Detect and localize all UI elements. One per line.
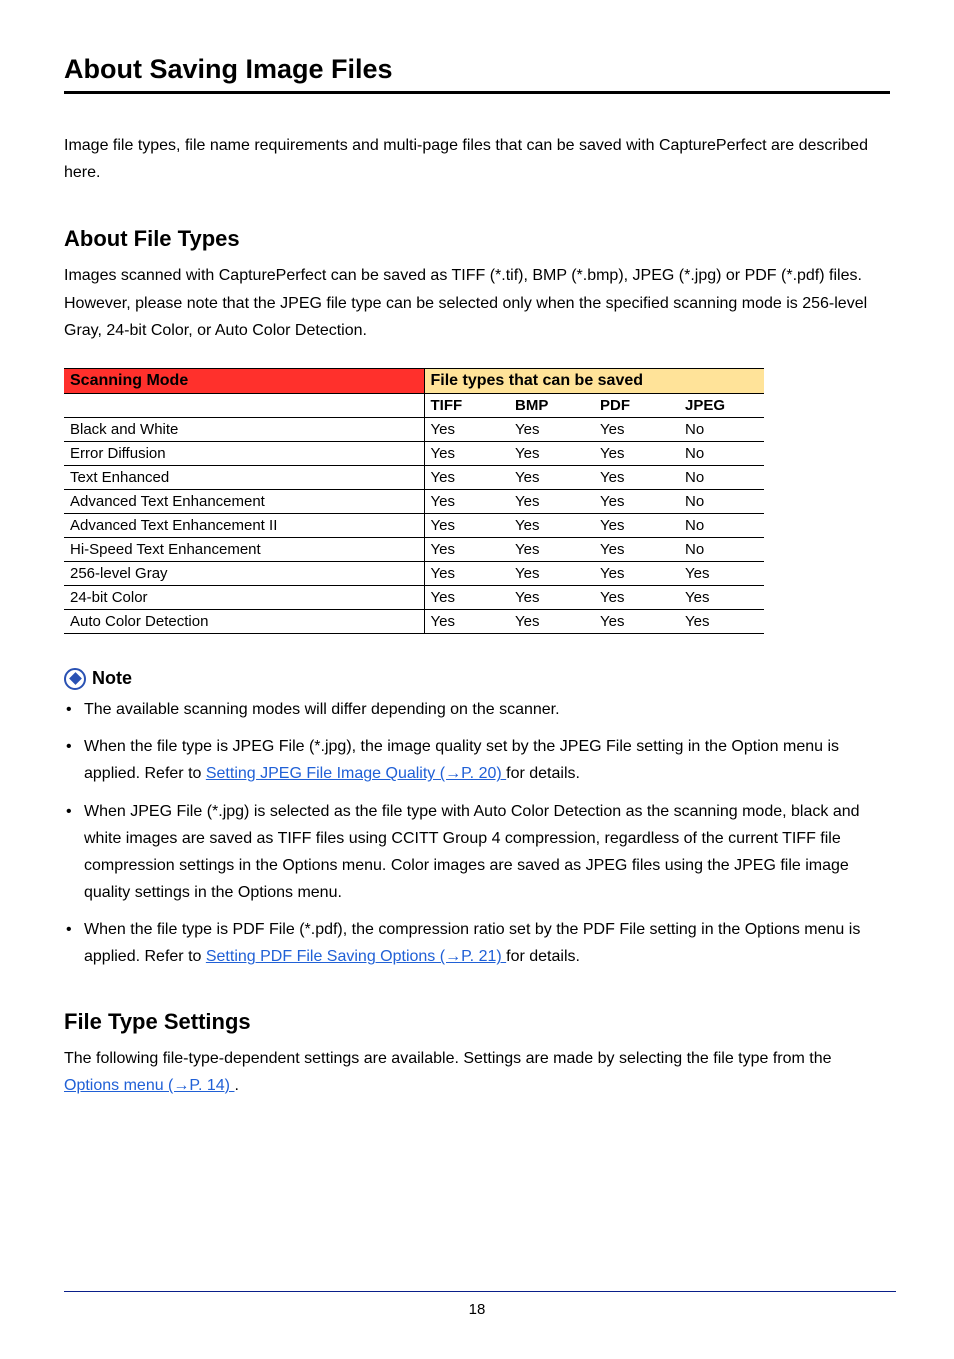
table-row-label: Auto Color Detection xyxy=(64,609,424,633)
table-cell: No xyxy=(679,417,764,441)
list-item: When JPEG File (*.jpg) is selected as th… xyxy=(64,798,890,907)
section-file-type-settings-heading: File Type Settings xyxy=(64,1009,890,1035)
intro-paragraph: Image file types, file name requirements… xyxy=(64,132,890,186)
table-cell: Yes xyxy=(594,417,679,441)
table-cell: Yes xyxy=(509,441,594,465)
table-row-label: Error Diffusion xyxy=(64,441,424,465)
list-item: The available scanning modes will differ… xyxy=(64,696,890,723)
table-cell: Yes xyxy=(424,465,509,489)
table-cell: Yes xyxy=(509,465,594,489)
page-number: 18 xyxy=(64,1301,890,1318)
table-cell: No xyxy=(679,465,764,489)
table-cell: Yes xyxy=(509,489,594,513)
table-row-label: 24-bit Color xyxy=(64,585,424,609)
table-cell: Yes xyxy=(594,561,679,585)
section-file-type-settings-body: The following file-type-dependent settin… xyxy=(64,1045,890,1099)
page-footer: 18 xyxy=(64,1273,890,1329)
th-tiff: TIFF xyxy=(424,393,509,417)
table-cell: Yes xyxy=(424,585,509,609)
table-row-label: Advanced Text Enhancement II xyxy=(64,513,424,537)
note-icon xyxy=(64,668,86,690)
link-jpeg-quality[interactable]: Setting JPEG File Image Quality (→P. 20) xyxy=(206,765,506,782)
table-cell: Yes xyxy=(509,609,594,633)
table-cell: Yes xyxy=(509,513,594,537)
table-cell: Yes xyxy=(594,489,679,513)
table-cell: No xyxy=(679,441,764,465)
table-cell: Yes xyxy=(594,441,679,465)
table-cell: Yes xyxy=(679,585,764,609)
table-row-label: Hi-Speed Text Enhancement xyxy=(64,537,424,561)
th-bmp: BMP xyxy=(509,393,594,417)
section-about-file-types-body: Images scanned with CapturePerfect can b… xyxy=(64,262,890,344)
th-jpeg: JPEG xyxy=(679,393,764,417)
footer-divider xyxy=(64,1291,896,1292)
th-scanning-mode: Scanning Mode xyxy=(64,368,424,393)
table-cell: Yes xyxy=(594,537,679,561)
link-options-menu[interactable]: Options menu (→P. 14) xyxy=(64,1077,234,1094)
table-cell: Yes xyxy=(594,585,679,609)
th-empty xyxy=(64,393,424,417)
table-cell: Yes xyxy=(509,417,594,441)
note-label: Note xyxy=(92,668,132,689)
table-cell: No xyxy=(679,513,764,537)
page-title: About Saving Image Files xyxy=(64,54,890,94)
th-pdf: PDF xyxy=(594,393,679,417)
list-item: When the file type is PDF File (*.pdf), … xyxy=(64,916,890,970)
notes-list: The available scanning modes will differ… xyxy=(64,696,890,971)
section-about-file-types-heading: About File Types xyxy=(64,226,890,252)
table-cell: Yes xyxy=(594,513,679,537)
note-text: When JPEG File (*.jpg) is selected as th… xyxy=(84,803,860,902)
table-cell: Yes xyxy=(424,537,509,561)
table-cell: Yes xyxy=(509,585,594,609)
table-cell: Yes xyxy=(424,417,509,441)
table-cell: Yes xyxy=(679,609,764,633)
table-cell: No xyxy=(679,489,764,513)
table-row-label: Advanced Text Enhancement xyxy=(64,489,424,513)
fts-text: The following file-type-dependent settin… xyxy=(64,1050,832,1067)
table-row-label: Text Enhanced xyxy=(64,465,424,489)
table-cell: Yes xyxy=(509,561,594,585)
fts-text: . xyxy=(234,1077,238,1094)
table-cell: Yes xyxy=(424,513,509,537)
table-cell: Yes xyxy=(424,441,509,465)
note-text: for details. xyxy=(506,765,580,782)
note-text: for details. xyxy=(506,948,580,965)
th-file-types: File types that can be saved xyxy=(424,368,764,393)
table-cell: Yes xyxy=(679,561,764,585)
table-cell: Yes xyxy=(594,465,679,489)
table-row-label: 256-level Gray xyxy=(64,561,424,585)
table-cell: Yes xyxy=(594,609,679,633)
table-row-label: Black and White xyxy=(64,417,424,441)
table-cell: Yes xyxy=(509,537,594,561)
table-cell: Yes xyxy=(424,561,509,585)
note-header: Note xyxy=(64,668,890,690)
list-item: When the file type is JPEG File (*.jpg),… xyxy=(64,733,890,787)
link-pdf-options[interactable]: Setting PDF File Saving Options (→P. 21) xyxy=(206,948,506,965)
table-cell: No xyxy=(679,537,764,561)
note-text: The available scanning modes will differ… xyxy=(84,701,560,718)
table-cell: Yes xyxy=(424,489,509,513)
file-types-table: Scanning Mode File types that can be sav… xyxy=(64,368,764,634)
table-cell: Yes xyxy=(424,609,509,633)
